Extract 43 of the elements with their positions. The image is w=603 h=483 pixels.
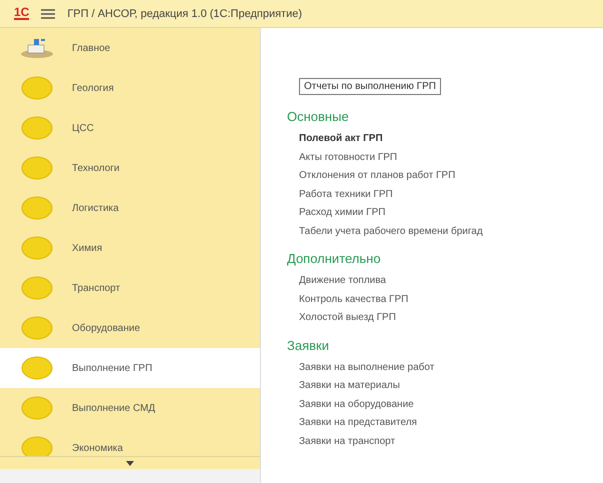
sidebar-item[interactable]: Логистика <box>0 188 260 228</box>
reports-button[interactable]: Отчеты по выполнению ГРП <box>299 78 441 95</box>
command-link[interactable]: Отклонения от планов работ ГРП <box>299 167 456 186</box>
caret-icon <box>126 460 134 466</box>
sidebar-item[interactable]: ЦСС <box>0 108 260 148</box>
desk-icon <box>20 37 54 59</box>
sidebar-item[interactable]: Выполнение ГРП <box>0 348 260 388</box>
circle-icon <box>20 236 54 260</box>
circle-icon <box>20 116 54 140</box>
sidebar-item[interactable]: Экономика <box>0 428 260 456</box>
circle-icon <box>20 76 54 100</box>
command-link[interactable]: Акты готовности ГРП <box>299 148 398 167</box>
command-link[interactable]: Заявки на транспорт <box>299 432 396 451</box>
sidebar-item[interactable]: Главное <box>0 28 260 68</box>
sidebar-item[interactable]: Технологи <box>0 148 260 188</box>
command-link[interactable]: Контроль качества ГРП <box>299 290 408 309</box>
command-link[interactable]: Заявки на выполнение работ <box>299 358 434 377</box>
command-link[interactable]: Расход химии ГРП <box>299 204 386 222</box>
circle-icon <box>20 276 54 300</box>
sidebar-item[interactable]: Транспорт <box>0 268 260 308</box>
sidebar-item[interactable]: Геология <box>0 68 260 108</box>
window-title: ГРП / АНСОР, редакция 1.0 (1С:Предприятие) <box>67 8 302 20</box>
sidebar-item[interactable]: Выполнение СМД <box>0 388 260 428</box>
section-heading: Заявки <box>287 338 329 352</box>
command-link[interactable]: Движение топлива <box>299 272 386 290</box>
command-link[interactable]: Заявки на представителя <box>299 414 417 432</box>
circle-icon <box>20 356 54 380</box>
sidebar-item[interactable]: Оборудование <box>0 308 260 348</box>
sidebar-item[interactable]: Химия <box>0 228 260 268</box>
circle-icon <box>20 156 54 180</box>
section-heading: Основные <box>287 109 349 124</box>
app-logo: 1С <box>14 7 30 20</box>
circle-icon <box>20 396 54 420</box>
command-link[interactable]: Полевой акт ГРП <box>299 130 383 148</box>
menu-icon[interactable] <box>41 8 56 18</box>
command-link[interactable]: Табели учета рабочего времени бригад <box>299 222 483 241</box>
command-link[interactable]: Холостой выезд ГРП <box>299 309 396 328</box>
command-link[interactable]: Работа техники ГРП <box>299 186 393 204</box>
circle-icon <box>20 316 54 340</box>
command-link[interactable]: Заявки на материалы <box>299 377 400 396</box>
circle-icon <box>20 196 54 220</box>
command-link[interactable]: Заявки на оборудование <box>299 396 414 414</box>
section-heading: Дополнительно <box>287 251 381 266</box>
